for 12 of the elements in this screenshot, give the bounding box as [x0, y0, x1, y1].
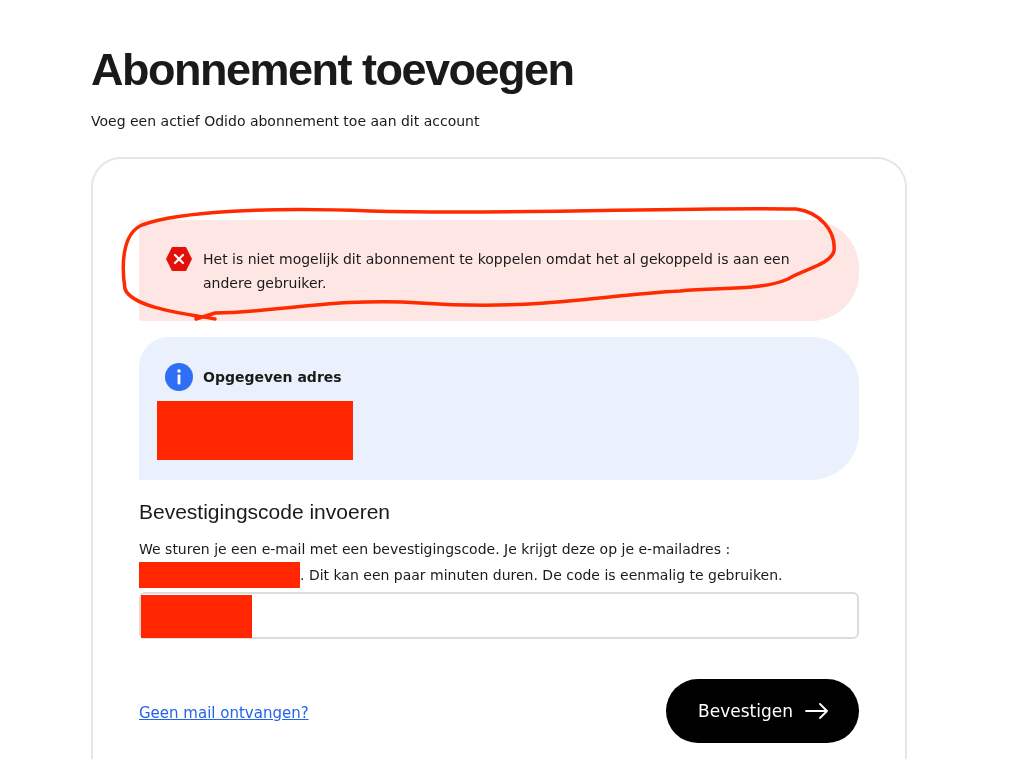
error-message: Het is niet mogelijk dit abonnement te koppelen omdat het al gekoppeld is aan een andere gebruiker.	[203, 250, 791, 293]
description-text: We sturen je een e-mail met een bevestigingscode. Je krijgt deze op je e-mailadres :	[139, 541, 731, 557]
arrow-right-icon	[805, 703, 829, 719]
confirm-button[interactable]: Bevestigen	[666, 679, 859, 743]
info-icon	[165, 363, 193, 391]
no-mail-link[interactable]: Geen mail ontvangen?	[139, 704, 309, 722]
page-subtitle: Voeg een actief Odido abonnement toe aan dit account	[91, 112, 481, 130]
error-icon	[165, 246, 193, 272]
info-title: Opgegeven adres	[203, 369, 342, 385]
page-title: Abonnement toevoegen	[91, 43, 575, 97]
description-text: . Dit kan een paar minuten duren. De code is eenmalig te gebruiken.	[300, 566, 783, 585]
section-heading: Bevestigingscode invoeren	[139, 500, 391, 524]
